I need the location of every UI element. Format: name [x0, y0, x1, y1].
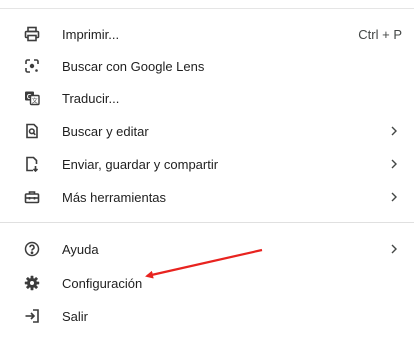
menu-item-label: Imprimir...: [62, 26, 120, 42]
menu-divider: [0, 222, 414, 223]
menu-item-label: Enviar, guardar y compartir: [62, 156, 219, 172]
svg-text:文: 文: [32, 97, 38, 105]
menu-item-google-lens[interactable]: Buscar con Google Lens: [0, 50, 414, 82]
menu-item-label: Ayuda: [62, 241, 99, 257]
menu-item-print[interactable]: Imprimir... Ctrl + P: [0, 18, 414, 50]
printer-icon: [24, 26, 40, 42]
chevron-right-icon: [389, 158, 399, 170]
chevron-right-icon: [389, 243, 399, 255]
shortcut-text: Ctrl + P: [358, 26, 402, 42]
menu-item-translate[interactable]: G 文 Traducir...: [0, 82, 414, 114]
google-lens-icon: [24, 58, 40, 74]
chevron-right-icon: [389, 125, 399, 137]
find-edit-icon: [24, 123, 40, 139]
top-divider: [0, 8, 414, 9]
menu-item-label: Configuración: [62, 275, 143, 291]
send-save-icon: [24, 156, 40, 172]
menu-item-help[interactable]: Ayuda: [0, 233, 414, 265]
menu-item-exit[interactable]: Salir: [0, 300, 414, 332]
toolbox-icon: [24, 189, 40, 205]
menu-item-label: Traducir...: [62, 90, 120, 106]
menu-item-settings[interactable]: Configuración: [0, 267, 414, 299]
exit-icon: [24, 308, 40, 324]
help-icon: [24, 241, 40, 257]
menu-item-label: Buscar y editar: [62, 123, 149, 139]
translate-icon: G 文: [24, 90, 40, 106]
chrome-main-menu: Imprimir... Ctrl + P Buscar con Google L…: [0, 0, 414, 340]
chevron-right-icon: [389, 191, 399, 203]
menu-item-label: Salir: [62, 308, 89, 324]
menu-item-more-tools[interactable]: Más herramientas: [0, 181, 414, 213]
menu-item-label: Más herramientas: [62, 189, 167, 205]
menu-item-send-save-share[interactable]: Enviar, guardar y compartir: [0, 148, 414, 180]
menu-item-label: Buscar con Google Lens: [62, 58, 205, 74]
menu-item-find-edit[interactable]: Buscar y editar: [0, 115, 414, 147]
gear-icon: [24, 275, 40, 291]
